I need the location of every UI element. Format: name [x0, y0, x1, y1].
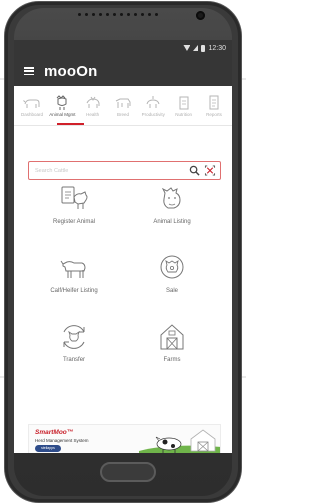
search-input[interactable]: Search Cattle	[35, 168, 189, 174]
tab-bar: Dashboard Animal Mgmt Health Breed Produ…	[14, 86, 232, 126]
tab-label: Dashboard	[20, 112, 43, 117]
banner-title: SmartMoo™	[35, 429, 74, 436]
register-animal-button[interactable]: Register Animal	[30, 183, 118, 243]
grid-label: Sale	[165, 288, 178, 294]
tab-health[interactable]: Health	[79, 86, 107, 126]
reports-icon	[209, 95, 219, 110]
wifi-icon	[183, 45, 191, 51]
tab-productivity[interactable]: Productivity	[139, 86, 167, 126]
app-screen: 12:30 mooOn Dashboard Animal Mgmt Health…	[14, 40, 232, 453]
search-bar[interactable]: Search Cattle	[28, 161, 221, 180]
grid-label: Register Animal	[52, 219, 96, 225]
grid-label: Transfer	[62, 357, 86, 363]
sale-icon	[160, 255, 184, 279]
animal-listing-icon	[161, 187, 181, 209]
sale-button[interactable]: Sale	[128, 252, 216, 312]
tab-label: Health	[86, 112, 100, 117]
tab-label: Animal Mgmt	[49, 112, 76, 117]
app-logo: mooOn	[44, 62, 98, 80]
tab-reports[interactable]: Reports	[200, 86, 228, 126]
calf-icon	[60, 260, 86, 278]
nutrition-icon	[179, 96, 189, 110]
search-icon[interactable]	[189, 165, 200, 176]
grid-label: Animal Listing	[153, 219, 191, 225]
signal-icon	[193, 45, 199, 51]
app-bar: mooOn	[14, 56, 232, 86]
tab-label: Breed	[116, 112, 129, 117]
tab-label: Reports	[206, 112, 222, 117]
transfer-button[interactable]: Transfer	[30, 321, 118, 381]
menu-icon[interactable]	[24, 67, 34, 75]
farms-button[interactable]: Farms	[128, 321, 216, 381]
active-tab-indicator	[57, 123, 84, 125]
status-bar: 12:30	[14, 40, 232, 56]
stellapps-logo: stellapps	[35, 445, 61, 452]
banner-illustration	[139, 429, 220, 453]
dashboard-cow-icon	[23, 99, 40, 108]
breed-icon	[115, 98, 131, 108]
animal-listing-button[interactable]: Animal Listing	[128, 183, 216, 243]
smartmoo-banner[interactable]: SmartMoo™ Herd Management System stellap…	[28, 424, 221, 453]
health-icon	[86, 96, 100, 108]
grid-label: Calf/Heifer Listing	[50, 288, 98, 294]
barcode-scan-icon[interactable]	[204, 165, 216, 176]
tab-animal-mgmt[interactable]: Animal Mgmt	[48, 86, 76, 126]
status-time: 12:30	[208, 44, 226, 52]
barn-icon	[160, 324, 184, 350]
tab-breed[interactable]: Breed	[109, 86, 137, 126]
grid-label: Farms	[163, 357, 181, 363]
animal-mgmt-icon	[56, 95, 67, 110]
tab-nutrition[interactable]: Nutrition	[170, 86, 198, 126]
tab-label: Productivity	[141, 112, 165, 117]
front-camera	[196, 11, 205, 20]
banner-subtitle: Herd Management System	[35, 438, 89, 443]
register-animal-icon	[61, 186, 88, 209]
calf-heifer-listing-button[interactable]: Calf/Heifer Listing	[30, 252, 118, 312]
transfer-icon	[63, 325, 85, 349]
tab-label: Nutrition	[175, 112, 193, 117]
home-button[interactable]	[100, 462, 156, 482]
speaker-grille	[78, 13, 158, 19]
productivity-icon	[146, 96, 160, 108]
battery-icon	[201, 44, 206, 52]
tab-dashboard[interactable]: Dashboard	[18, 86, 46, 126]
